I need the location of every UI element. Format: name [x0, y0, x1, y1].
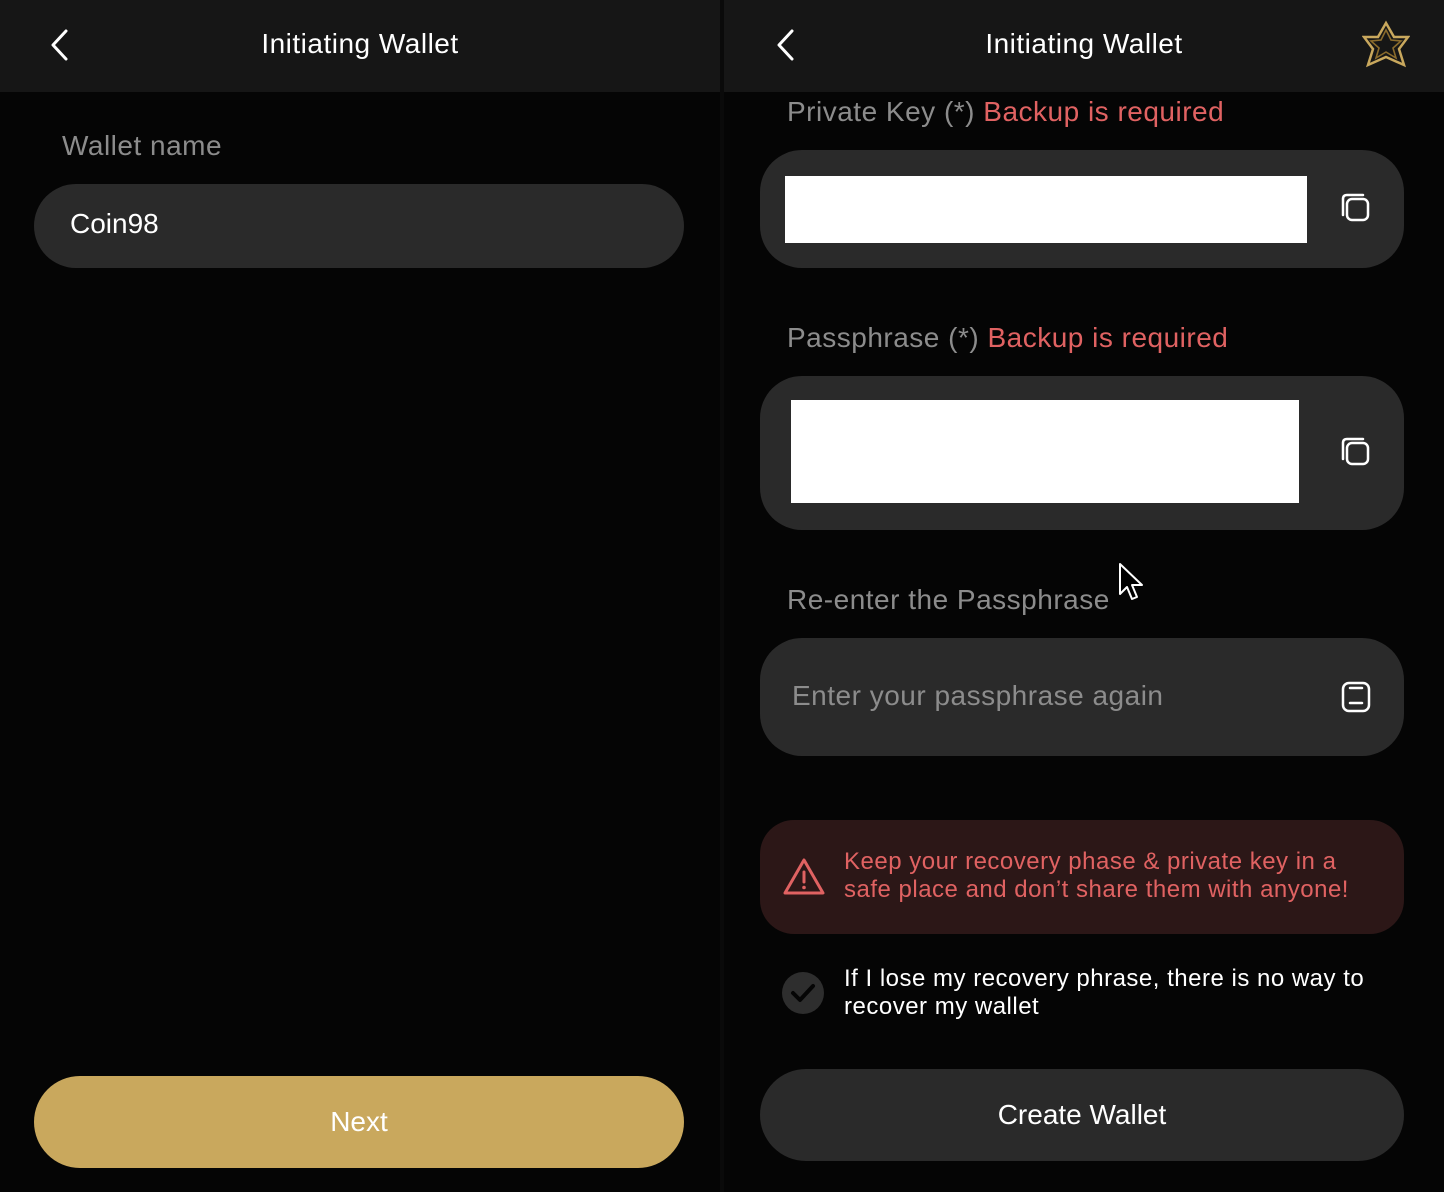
acknowledge-checkbox[interactable] — [782, 972, 824, 1014]
backup-screen: Initiating Wallet Private Key (*) Backup… — [724, 0, 1444, 1192]
wallet-name-screen: Initiating Wallet Wallet name Coin98 Nex… — [0, 0, 720, 1192]
next-button[interactable]: Next — [34, 1076, 684, 1168]
reenter-passphrase-input[interactable]: Enter your passphrase again — [760, 638, 1404, 756]
warning-text: Keep your recovery phase & private key i… — [844, 848, 1349, 903]
create-wallet-button[interactable]: Create Wallet — [760, 1069, 1404, 1161]
coin98-logo-icon — [1361, 20, 1411, 68]
page-title: Initiating Wallet — [985, 28, 1183, 59]
copy-icon — [1341, 193, 1370, 222]
mouse-cursor-icon — [1119, 563, 1143, 600]
warning-icon-wrap — [782, 856, 826, 898]
coin98-logo — [1361, 20, 1411, 70]
reenter-passphrase-placeholder: Enter your passphrase again — [792, 680, 1164, 711]
wallet-name-input[interactable]: Coin98 — [34, 184, 684, 268]
passphrase-redacted — [791, 400, 1299, 503]
checkmark-icon — [791, 984, 815, 1002]
private-key-redacted — [785, 176, 1307, 243]
passphrase-required-text: Backup is required — [987, 322, 1229, 353]
passphrase-field — [760, 376, 1404, 530]
private-key-field — [760, 150, 1404, 268]
wallet-name-value: Coin98 — [70, 208, 159, 239]
private-key-required-text: Backup is required — [983, 96, 1225, 127]
header: Initiating Wallet — [724, 0, 1444, 92]
private-key-label: Private Key (*) Backup is required — [787, 96, 1224, 128]
paste-icon — [1341, 681, 1371, 713]
passphrase-copy-button[interactable] — [1338, 434, 1374, 470]
warning-banner: Keep your recovery phase & private key i… — [760, 820, 1404, 934]
page-title: Initiating Wallet — [261, 28, 459, 59]
private-key-label-text: Private Key (*) — [787, 96, 975, 127]
header: Initiating Wallet — [0, 0, 720, 92]
paste-button[interactable] — [1338, 678, 1374, 714]
passphrase-label: Passphrase (*) Backup is required — [787, 322, 1228, 354]
warning-triangle-icon — [783, 858, 825, 895]
copy-icon — [1341, 437, 1370, 466]
reenter-passphrase-label: Re-enter the Passphrase — [787, 584, 1110, 615]
wallet-name-label: Wallet name — [62, 130, 223, 161]
acknowledge-text: If I lose my recovery phrase, there is n… — [844, 965, 1365, 1020]
mouse-cursor — [1118, 562, 1146, 604]
passphrase-label-text: Passphrase (*) — [787, 322, 980, 353]
private-key-copy-button[interactable] — [1338, 190, 1374, 226]
